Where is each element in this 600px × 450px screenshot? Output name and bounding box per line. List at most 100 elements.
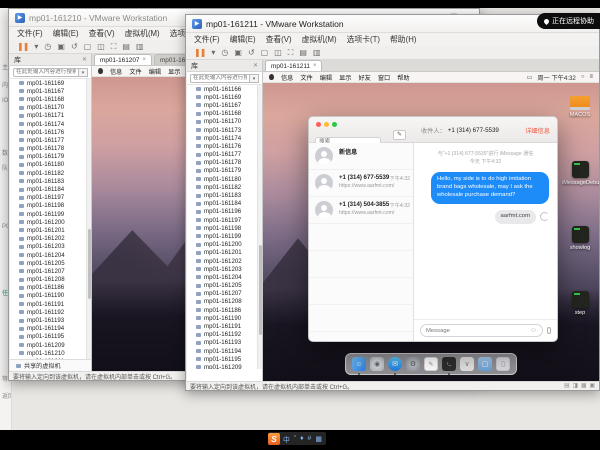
vm-list-item[interactable]: mp01-161167 xyxy=(10,87,86,95)
library-search-input[interactable] xyxy=(190,74,250,83)
mac-menu-item[interactable]: 编辑 xyxy=(320,73,332,82)
vm-list-item[interactable]: mp01-161174 xyxy=(187,134,257,142)
vm-list-item[interactable]: mp01-161166 xyxy=(187,85,257,93)
menu-item[interactable]: 查看(V) xyxy=(266,34,292,45)
dock-messages-icon[interactable]: ✉ xyxy=(388,357,402,371)
left-panel-label[interactable]: 返回 xyxy=(2,391,12,400)
console-view-icon[interactable]: ▢ xyxy=(84,42,92,51)
vm-list-item[interactable]: mp01-161191 xyxy=(10,300,86,308)
conversation-row[interactable]: +1 (314) 504-3855 下午4:32 https://www.aar… xyxy=(309,197,413,224)
vm-list-item[interactable]: mp01-161203 xyxy=(10,243,86,251)
vm-list-item[interactable]: mp01-161168 xyxy=(187,110,257,118)
vm-list-item[interactable]: mp01-161200 xyxy=(10,218,86,226)
library-toggle-icon[interactable]: ▤ xyxy=(299,48,307,57)
vm-list-item[interactable]: mp01-161192 xyxy=(187,331,257,339)
pause-icon[interactable]: ❚❚ xyxy=(194,48,205,57)
vm-list-item[interactable]: mp01-161196 xyxy=(187,208,257,216)
compose-icon[interactable]: ✎ xyxy=(393,130,406,140)
dock-downloads-icon[interactable]: ▢ xyxy=(478,357,492,371)
snapshot-camera-icon[interactable]: ▣ xyxy=(57,42,65,51)
mac-menu-item[interactable]: 编辑 xyxy=(149,67,161,76)
console-view-icon[interactable]: ▢ xyxy=(261,48,269,57)
sogou-logo-icon[interactable]: S xyxy=(268,433,280,445)
mac-menu-item[interactable]: 文件 xyxy=(300,73,312,82)
unity-view-icon[interactable]: ◫ xyxy=(274,48,282,57)
message-field[interactable]: ☺ xyxy=(420,324,543,337)
dock-terminal-icon[interactable]: ›_ xyxy=(442,357,456,371)
dock-finder-icon[interactable]: ☺ xyxy=(352,357,366,371)
vm-list-item[interactable]: mp01-161178 xyxy=(10,145,86,153)
menubar-clock[interactable]: 周一 下午4:32 xyxy=(537,73,576,82)
unity-view-icon[interactable]: ◫ xyxy=(97,42,105,51)
vm-list-item[interactable]: mp01-161177 xyxy=(10,136,86,144)
menu-item[interactable]: 文件(F) xyxy=(17,28,43,39)
vm-list-item[interactable]: mp01-161190 xyxy=(10,292,86,300)
dock-launchpad-icon[interactable]: ◉ xyxy=(370,357,384,371)
sidebar-scrollbar[interactable] xyxy=(86,79,91,359)
input-source-icon[interactable]: ▭ xyxy=(527,74,533,81)
vm-list-item[interactable]: mp01-161178 xyxy=(187,159,257,167)
recipient-field[interactable]: 收件人： +1 (314) 677-5539 xyxy=(421,117,499,143)
vm-list-item[interactable]: mp01-161168 xyxy=(10,95,86,103)
vm-list-item[interactable]: mp01-161169 xyxy=(10,79,86,87)
vm-list-item[interactable]: mp01-161183 xyxy=(10,177,86,185)
vm-list-item[interactable]: mp01-161182 xyxy=(10,169,86,177)
dock-trash-icon[interactable]: ▯ xyxy=(496,357,510,371)
close-icon[interactable]: ✕ xyxy=(253,62,258,69)
vm-list-item[interactable]: mp01-161184 xyxy=(10,185,86,193)
vm-list-item[interactable]: mp01-161207 xyxy=(10,267,86,275)
dropdown-caret-icon[interactable]: ▾ xyxy=(34,42,38,51)
menu-item[interactable]: 编辑(E) xyxy=(230,34,256,45)
dock-system-preferences-icon[interactable]: ⚙ xyxy=(406,357,420,371)
ime-keyboard-icon[interactable]: # xyxy=(308,435,312,442)
harddisk-status-icon[interactable]: ▤ xyxy=(564,383,569,389)
vm-list-item[interactable]: mp01-161204 xyxy=(10,251,86,259)
vm-list-item[interactable]: mp01-161198 xyxy=(187,224,257,232)
menu-item[interactable]: 查看(V) xyxy=(89,28,115,39)
desktop-icon-macos-drive[interactable]: MACOS xyxy=(562,96,598,118)
vm-list-item[interactable]: mp01-161205 xyxy=(187,282,257,290)
vm-list-item[interactable]: mp01-161191 xyxy=(187,322,257,330)
vm-list-item[interactable]: mp01-161205 xyxy=(10,259,86,267)
conversation-row[interactable]: +1 (314) 677-5539 下午4:32 https://www.aar… xyxy=(309,170,413,197)
emoji-icon[interactable]: ☺ xyxy=(530,327,537,334)
usb-status-icon[interactable]: ▣ xyxy=(590,383,595,389)
snapshot-clock-icon[interactable]: ◷ xyxy=(221,48,228,57)
vm-list-item[interactable]: mp01-161190 xyxy=(187,314,257,322)
chevron-down-icon[interactable]: ▾ xyxy=(79,68,88,77)
vm-list-item[interactable]: mp01-161186 xyxy=(10,284,86,292)
menu-item[interactable]: 文件(F) xyxy=(194,34,220,45)
vm-list-item[interactable]: mp01-161183 xyxy=(187,191,257,199)
mac-menu-item[interactable]: 窗口 xyxy=(378,73,390,82)
vm-list-item[interactable]: mp01-161198 xyxy=(10,202,86,210)
thumbnail-bar-icon[interactable]: ▥ xyxy=(313,48,321,57)
mac-menu-item[interactable]: 显示 xyxy=(168,67,180,76)
details-button[interactable]: 详细信息 xyxy=(525,117,550,143)
shared-vms-item[interactable]: 共享的虚拟机 xyxy=(10,359,91,371)
vm-list-item[interactable]: mp01-161202 xyxy=(187,257,257,265)
vm-list-item[interactable]: mp01-161192 xyxy=(10,308,86,316)
message-input[interactable] xyxy=(426,328,526,334)
vm-list-item[interactable]: mp01-161203 xyxy=(187,265,257,273)
revert-snapshot-icon[interactable]: ↺ xyxy=(71,42,78,51)
dock-textedit-icon[interactable]: ✎ xyxy=(424,357,438,371)
fullscreen-icon[interactable]: ⛶ xyxy=(288,48,294,58)
desktop-icon-imessagedebug[interactable]: iMessageDebug xyxy=(562,161,598,186)
vm-list-item[interactable]: mp01-161195 xyxy=(187,355,257,363)
vm-list-item[interactable]: mp01-161197 xyxy=(10,194,86,202)
vm-list-item[interactable]: mp01-161180 xyxy=(10,161,86,169)
mac-menu-item[interactable]: 显示 xyxy=(339,73,351,82)
menu-item[interactable]: 虚拟机(M) xyxy=(125,28,160,39)
zoom-traffic-icon[interactable] xyxy=(332,122,337,127)
vm-list-item[interactable]: mp01-161184 xyxy=(187,200,257,208)
vm-list-item[interactable]: mp01-161208 xyxy=(10,276,86,284)
menu-item[interactable]: 选项卡(T) xyxy=(347,34,380,45)
microphone-icon[interactable] xyxy=(547,327,551,334)
apple-menu-icon[interactable] xyxy=(269,74,274,80)
mac-menu-item[interactable]: 信息 xyxy=(110,67,122,76)
sidebar-scrollbar[interactable] xyxy=(257,85,262,369)
vm-list-item[interactable]: mp01-161194 xyxy=(10,325,86,333)
vm-list-item[interactable]: mp01-161173 xyxy=(187,126,257,134)
vm-list-item[interactable]: mp01-161179 xyxy=(187,167,257,175)
mac-menu-item[interactable]: 文件 xyxy=(129,67,141,76)
